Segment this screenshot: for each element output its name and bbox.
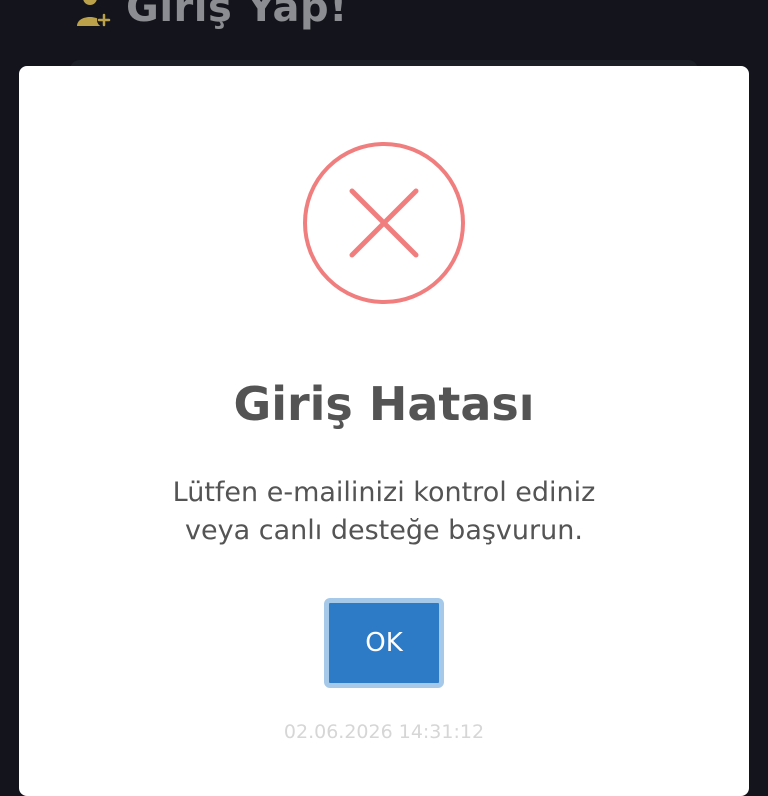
error-dialog: Giriş Hatası Lütfen e-mailinizi kontrol … <box>19 66 749 796</box>
page-title: Giriş Yap! <box>126 0 348 31</box>
dialog-message: Lütfen e-mailinizi kontrol ediniz veya c… <box>59 474 709 550</box>
dialog-title: Giriş Hatası <box>233 377 535 431</box>
page-header: Giriş Yap! <box>76 0 348 32</box>
dialog-message-line-2: veya canlı desteğe başvurun. <box>185 515 583 546</box>
ok-button[interactable]: OK <box>324 598 444 688</box>
user-add-icon <box>77 0 111 27</box>
dialog-timestamp: 02.06.2026 14:31:12 <box>283 721 485 743</box>
error-x-icon <box>303 142 465 304</box>
dialog-message-line-1: Lütfen e-mailinizi kontrol ediniz <box>172 477 596 508</box>
